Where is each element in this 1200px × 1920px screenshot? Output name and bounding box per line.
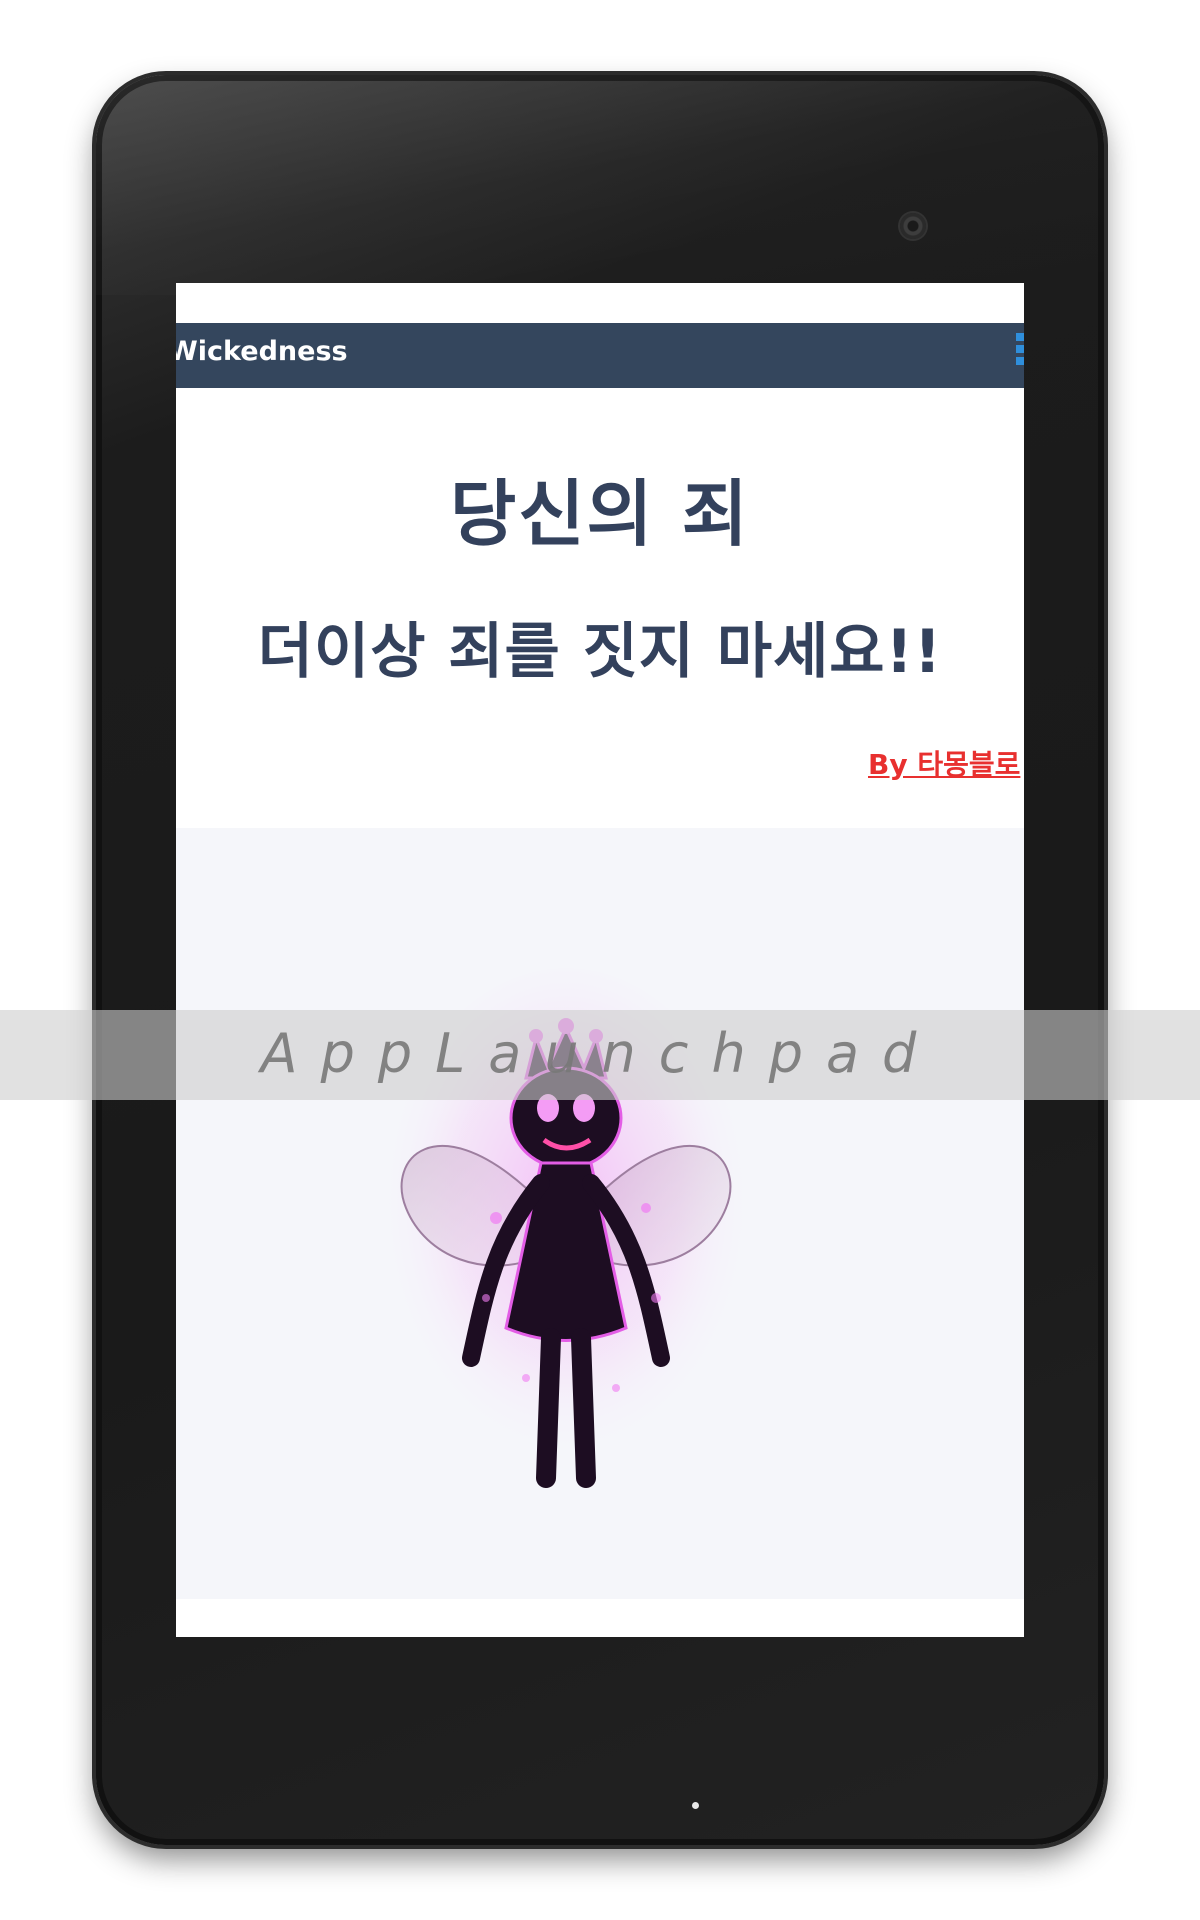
overflow-menu-icon[interactable]: [1016, 333, 1024, 373]
front-camera: [900, 213, 926, 239]
illustration-panel: [176, 828, 1024, 1599]
author-link[interactable]: By 타몽블로: [868, 743, 1020, 783]
status-bar: [176, 283, 1024, 323]
menu-dot-icon: [1016, 345, 1024, 353]
device-screen: Wickedness 당신의 죄 더이상 죄를 짓지 마세요!! By 타몽블로: [176, 283, 1024, 1637]
watermark-band: AppLaunchpad: [0, 1010, 1200, 1100]
home-indicator: [692, 1802, 699, 1809]
watermark-text: AppLaunchpad: [260, 1022, 940, 1085]
page-subheadline: 더이상 죄를 짓지 마세요!!: [257, 617, 943, 687]
screenshot-canvas: Wickedness 당신의 죄 더이상 죄를 짓지 마세요!! By 타몽블로: [0, 0, 1200, 1920]
app-bar: Wickedness: [176, 323, 1024, 388]
menu-dot-icon: [1016, 333, 1024, 341]
page-headline: 당신의 죄: [449, 472, 751, 556]
menu-dot-icon: [1016, 357, 1024, 365]
app-title: Wickedness: [176, 336, 348, 367]
